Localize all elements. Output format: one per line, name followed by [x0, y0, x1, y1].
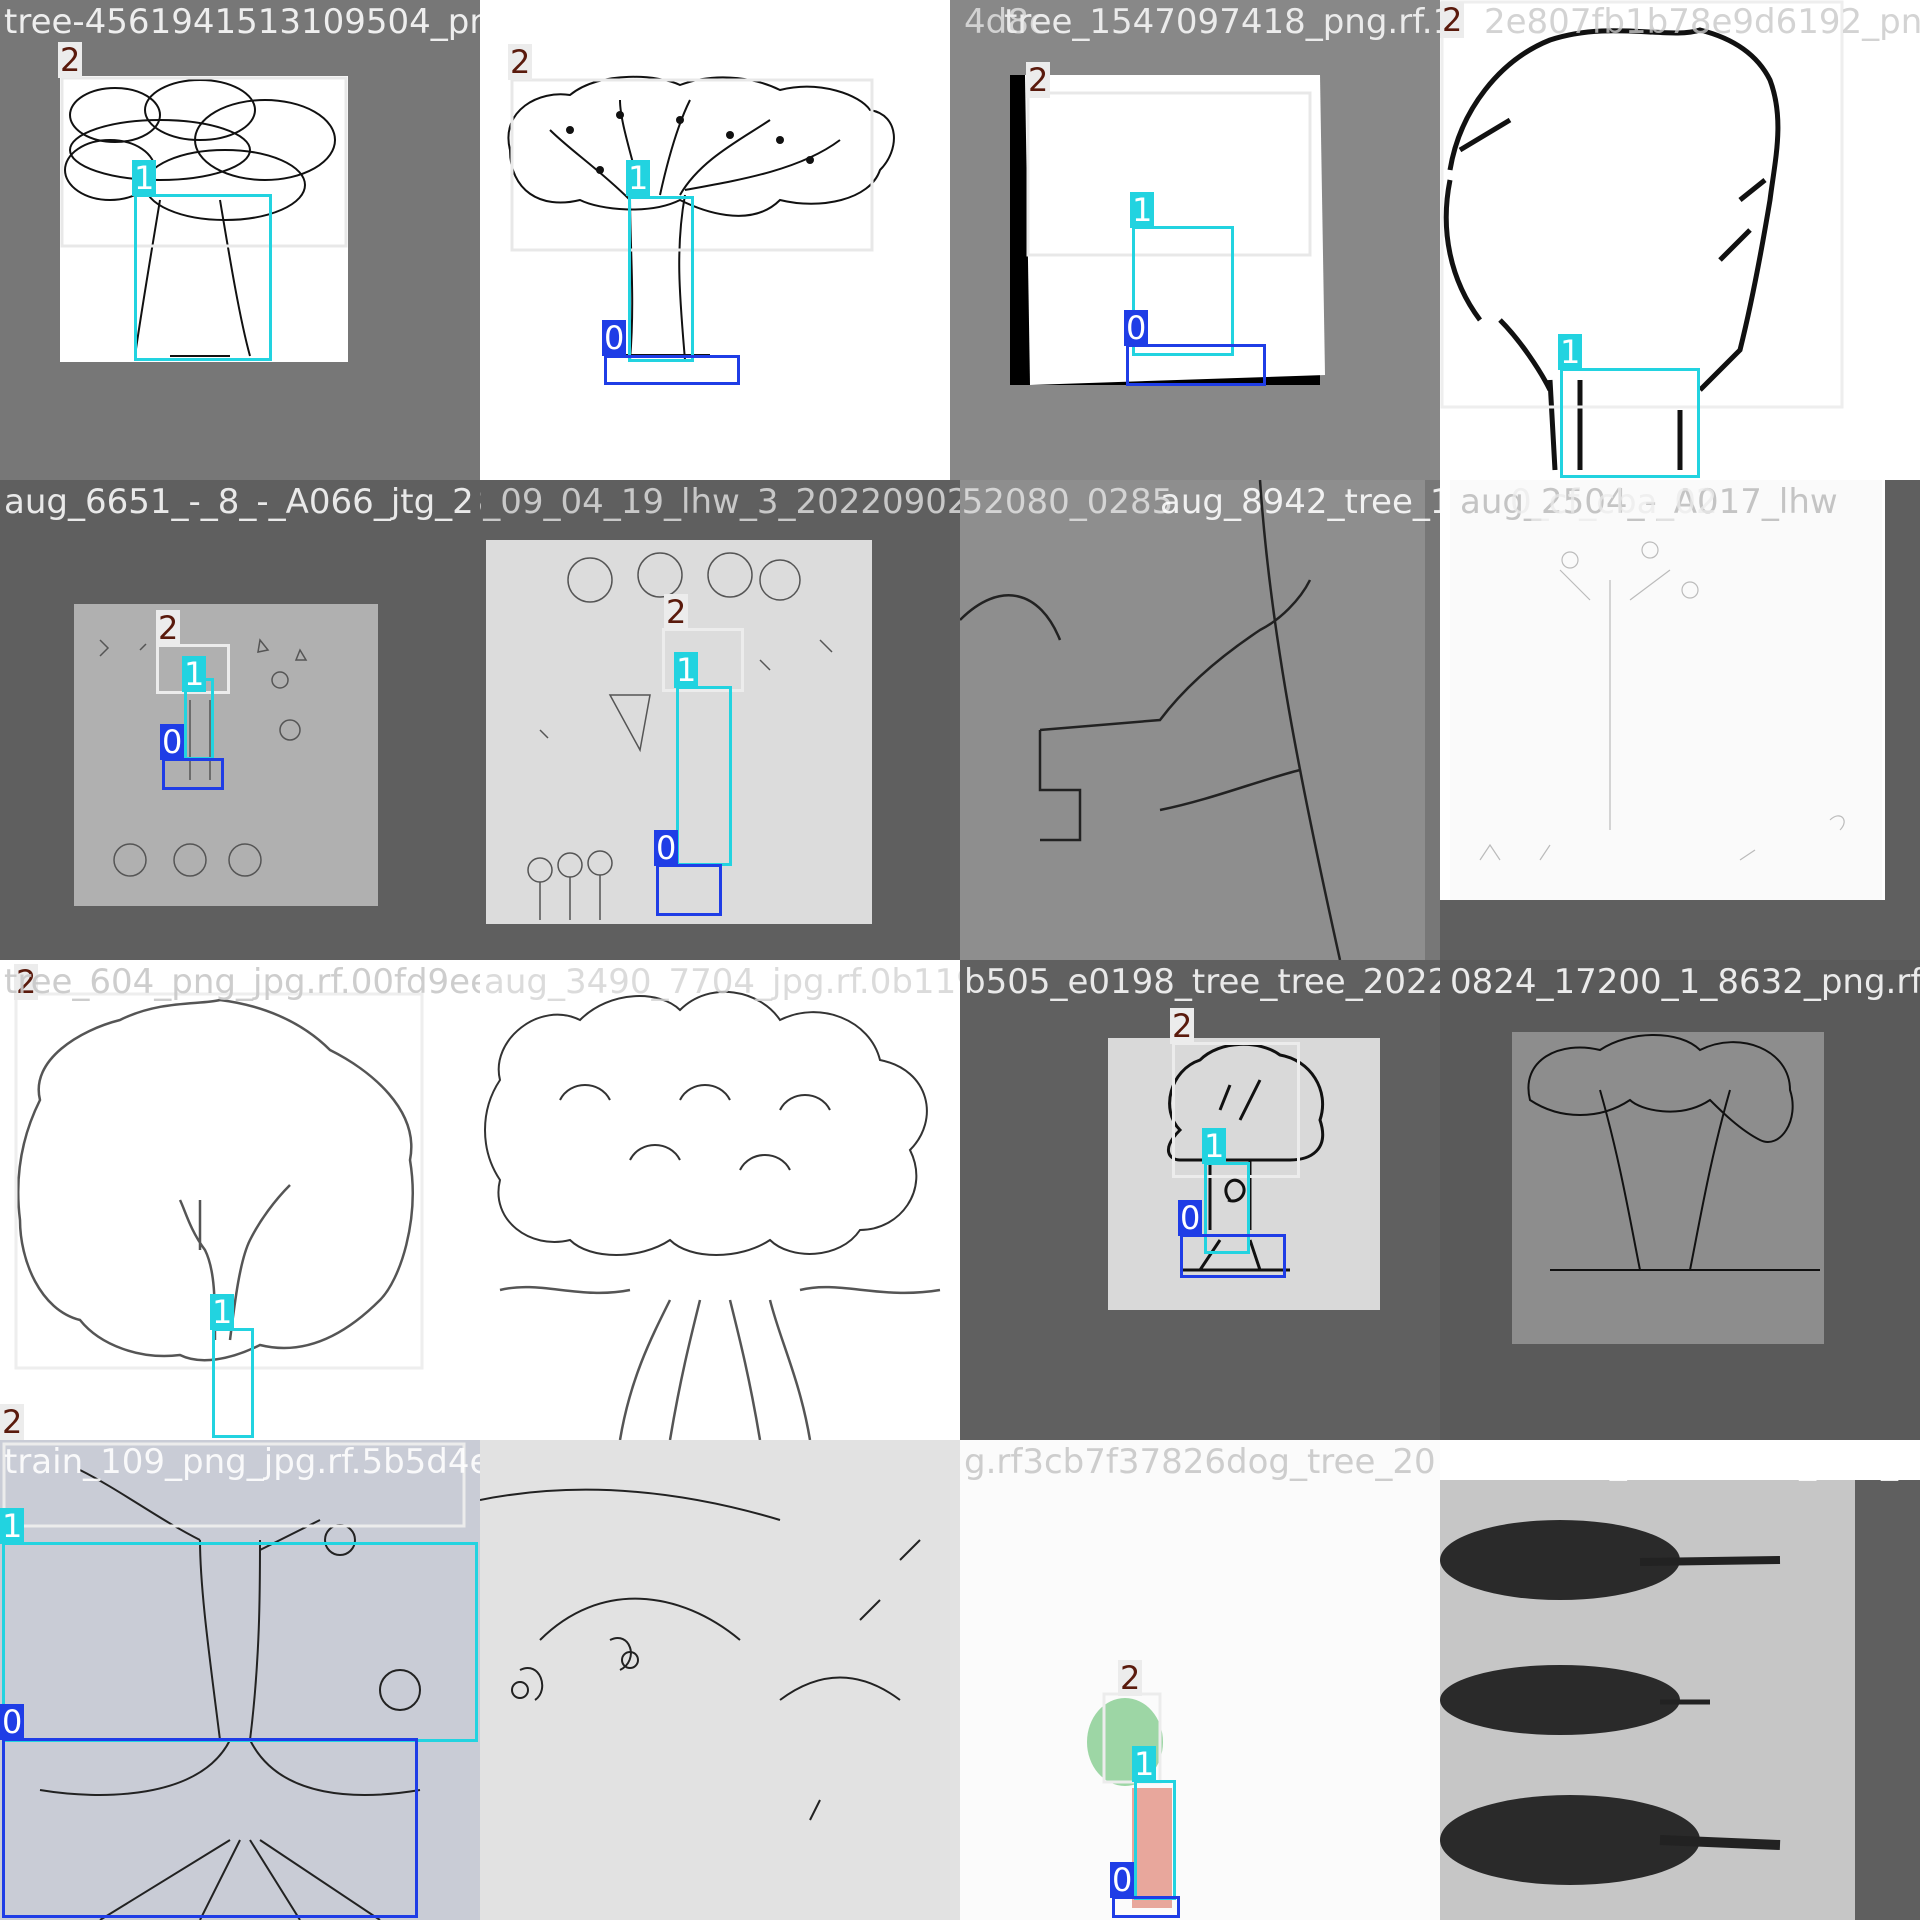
roots-bbox	[1126, 344, 1266, 386]
image-filename: g.rf3cb7f37826dog_tree_20	[964, 1442, 1436, 1482]
class-label-crown: 2	[58, 41, 83, 79]
mosaic-tile-13: 1 0 train_109_png_jpg.rf.5b5d4e	[0, 1440, 480, 1920]
class-label-crown: 2	[508, 43, 533, 81]
roots-bbox	[1180, 1234, 1286, 1278]
class-label-trunk: 1	[0, 1507, 25, 1545]
class-label-roots: 0	[1124, 309, 1149, 347]
mosaic-tile-15: 2 1 0 g.rf3cb7f37826dog_tree_20	[960, 1440, 1440, 1920]
mosaic-tile-16: 220916_1652203e_n88_png_jp	[1440, 1440, 1920, 1920]
trunk-bbox	[2, 1542, 478, 1742]
mosaic-tile-3: 2 1 0 tree_1547097418_png.rf.14e309 4d8c	[960, 0, 1440, 480]
class-label-trunk: 1	[132, 159, 157, 197]
class-label-crown: 2	[1170, 1007, 1195, 1045]
overlapping-filename-fragment: 152080_0285	[960, 482, 1174, 522]
image-filename: tree_604_png_jpg.rf.00fd9ee	[4, 962, 480, 1002]
mosaic-tile-11: 2 1 0 b505_e0198_tree_tree_2022	[960, 960, 1440, 1440]
trunk-bbox	[134, 194, 272, 361]
trunk-bbox	[212, 1328, 254, 1438]
overlapping-filename-fragment: 4d8c	[964, 2, 1048, 42]
crown-bbox	[1172, 1042, 1300, 1178]
mosaic-tile-5: 2 1 0 aug_6651_-_8_-_A066_jtg_2	[0, 480, 480, 960]
tree-drawing-image	[484, 990, 941, 1440]
class-label-crown-next: 2	[0, 1403, 25, 1440]
tree-drawing-image	[507, 0, 960, 480]
mosaic-tile-10: aug_3490_7704_jpg.rf.0b119	[480, 960, 960, 1440]
trunk-bbox	[676, 686, 732, 866]
class-label-roots: 0	[602, 319, 627, 357]
image-filename: aug_3490_7704_jpg.rf.0b119	[484, 962, 960, 1002]
class-label-roots: 0	[654, 829, 679, 867]
image-filename: 0824_17200_1_8632_png.rf.8d5	[1450, 962, 1920, 1002]
class-label-trunk: 1	[1202, 1127, 1227, 1165]
class-label-crown: 2	[664, 593, 689, 631]
image-filename: 2e807fb1b78e9d6192_pn	[1484, 2, 1920, 42]
tree-drawing-image	[960, 480, 1425, 960]
class-label-trunk: 1	[1558, 333, 1583, 371]
mosaic-tile-1: 2 1 tree-4561941513109504_png	[0, 0, 480, 480]
roots-bbox	[656, 864, 722, 916]
trunk-bbox	[628, 196, 694, 362]
mosaic-tile-7: 152080_0285 aug_8942_tree_170_png_jp	[960, 480, 1440, 960]
tree-drawing-image	[480, 1488, 921, 1821]
mosaic-tile-4: 2 1 2e807fb1b78e9d6192_pn	[1440, 0, 1920, 480]
class-label-roots: 0	[160, 723, 185, 761]
class-label-crown: 2	[156, 609, 181, 647]
trunk-bbox	[1134, 1780, 1176, 1900]
overlapping-filename-fragment: 0_cf_cba_02	[1510, 482, 1718, 522]
image-filename: aug_8942_tree_170_png_jp	[1160, 482, 1440, 522]
class-label-trunk: 1	[674, 651, 699, 689]
class-label-roots: 0	[1110, 1861, 1135, 1899]
tree-drawing-image	[74, 604, 378, 906]
class-label-trunk: 1	[1132, 1745, 1157, 1783]
tree-drawing-image	[1512, 1032, 1824, 1344]
mosaic-tile-6: 2 1 0 08_09_04_19_lhw_3_20220902	[480, 480, 960, 960]
image-filename: tree-4561941513109504_png	[4, 2, 480, 42]
class-label-trunk: 1	[182, 655, 207, 693]
roots-bbox	[604, 355, 740, 385]
class-label-roots: 0	[1178, 1199, 1203, 1237]
class-label-roots: 0	[0, 1703, 25, 1741]
class-label-crown: 2	[1118, 1659, 1143, 1697]
roots-bbox	[1112, 1896, 1180, 1918]
mosaic-tile-14	[480, 1440, 960, 1920]
mosaic-tile-8: aug_2504_-_A017_lhw 0_cf_cba_02	[1440, 480, 1920, 960]
overlapping-filename-fragment: 08_09_04_19_lhw_3_20220902	[480, 482, 960, 522]
mosaic-tile-2: 2 1 0	[480, 0, 960, 480]
mosaic-tile-9: 2 1 2 tree_604_png_jpg.rf.00fd9ee	[0, 960, 480, 1440]
class-label-trunk: 1	[626, 159, 651, 197]
image-filename: train_109_png_jpg.rf.5b5d4e	[4, 1442, 480, 1482]
tree-drawing-image	[1440, 1480, 1920, 1920]
image-filename: 220916_1652203e_n88_png_jp	[1480, 1442, 1920, 1482]
tree-drawing-image	[1440, 480, 1920, 960]
trunk-bbox	[1560, 368, 1700, 478]
roots-bbox	[162, 758, 224, 790]
roots-bbox	[2, 1738, 418, 1918]
class-label-crown: 2	[1440, 1, 1465, 39]
class-label-crown: 2	[1026, 61, 1051, 99]
image-filename: tree_1547097418_png.rf.14e309	[1004, 2, 1440, 42]
class-label-trunk: 1	[210, 1293, 235, 1331]
mosaic-tile-12: 0824_17200_1_8632_png.rf.8d5	[1440, 960, 1920, 1440]
class-label-trunk: 1	[1130, 191, 1155, 229]
image-filename: aug_6651_-_8_-_A066_jtg_2	[4, 482, 474, 522]
tree-drawing-image	[1087, 1692, 1172, 1908]
image-filename: b505_e0198_tree_tree_2022	[964, 962, 1440, 1002]
